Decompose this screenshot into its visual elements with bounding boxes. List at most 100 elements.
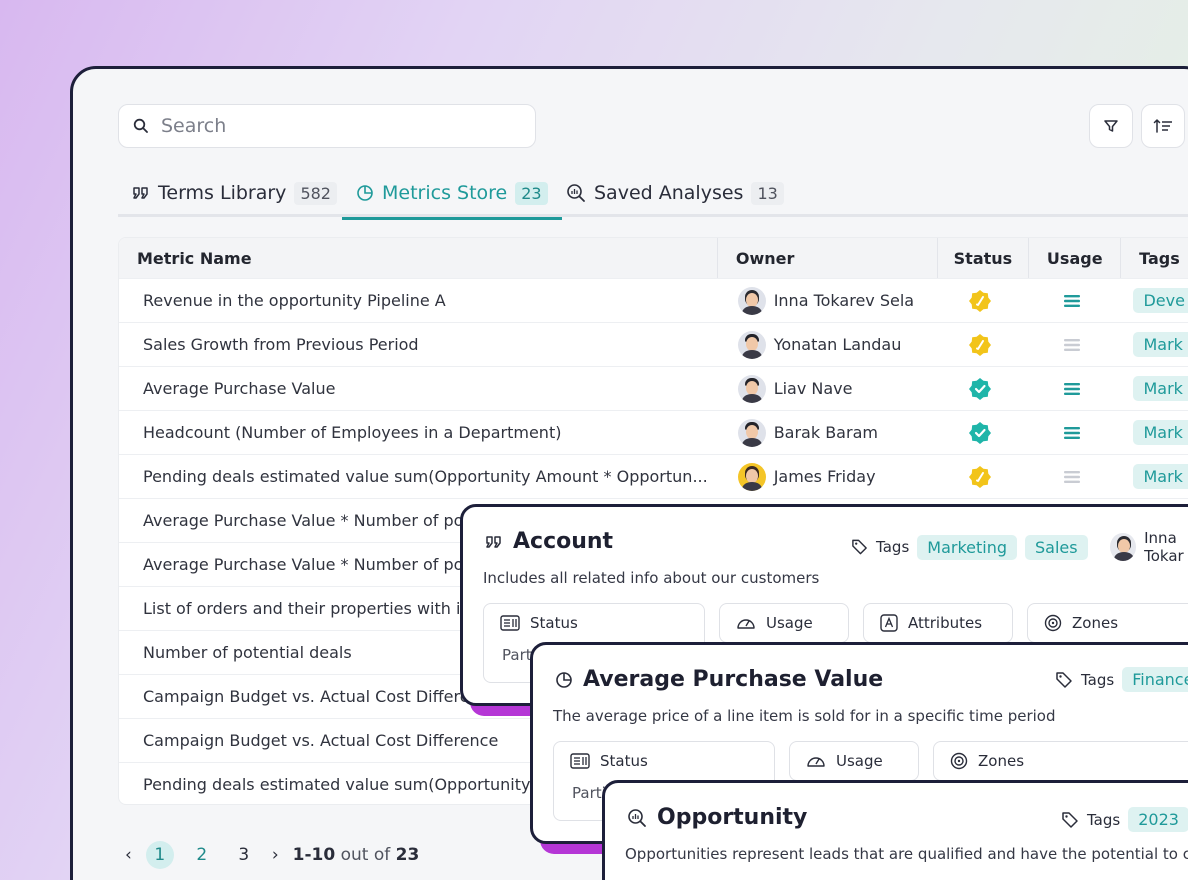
tags-cell: Mark xyxy=(1117,332,1188,357)
verified-badge-icon xyxy=(969,377,992,400)
table-row[interactable]: Headcount (Number of Employees in a Depa… xyxy=(119,410,1188,454)
search-icon xyxy=(133,118,148,133)
usage-cell xyxy=(1026,382,1117,396)
metric-name[interactable]: Revenue in the opportunity Pipeline A xyxy=(119,291,716,310)
quote-icon xyxy=(486,535,501,548)
usage-cell xyxy=(1026,294,1117,308)
metric-name[interactable]: Average Purchase Value xyxy=(119,379,716,398)
target-icon xyxy=(950,752,968,770)
owner-name[interactable]: James Friday xyxy=(774,467,876,486)
tags-cell: Deve xyxy=(1117,288,1188,313)
avatar xyxy=(737,286,766,315)
column-header-usage[interactable]: Usage xyxy=(1029,238,1122,278)
page-range: 1-10 out of 23 xyxy=(292,845,420,865)
owner-name[interactable]: Yonatan Landau xyxy=(774,335,902,354)
pie-chart-icon xyxy=(357,185,373,201)
owner-cell: Barak Baram xyxy=(716,418,935,447)
page-1[interactable]: 1 xyxy=(145,841,174,869)
avatar xyxy=(737,330,766,359)
tag-chip[interactable]: Sales xyxy=(1025,534,1088,560)
column-header-status[interactable]: Status xyxy=(938,238,1030,278)
attributes-icon xyxy=(880,614,898,632)
tag-chip[interactable]: Mark xyxy=(1133,464,1188,489)
tab-saved-analyses[interactable]: Saved Analyses 13 xyxy=(566,169,784,217)
tag-chip[interactable]: Marketing xyxy=(917,534,1018,560)
filter-button[interactable] xyxy=(1089,104,1133,148)
search-input[interactable]: Search xyxy=(161,115,226,137)
usage-bars-icon xyxy=(1063,338,1080,351)
status-cell[interactable] xyxy=(935,377,1026,400)
analysis-search-icon xyxy=(628,808,646,827)
table-row[interactable]: Revenue in the opportunity Pipeline A Inn… xyxy=(119,278,1188,322)
tags-cell: Mark xyxy=(1117,464,1188,489)
sort-button[interactable] xyxy=(1141,104,1185,148)
owner-cell: Liav Nave xyxy=(716,374,935,403)
usage-section[interactable]: Usage xyxy=(789,741,919,781)
card-tags: Tags Finance xyxy=(1055,667,1188,692)
avatar xyxy=(737,374,766,403)
table-row[interactable]: Sales Growth from Previous Period Yonatan… xyxy=(119,322,1188,366)
owner-cell: James Friday xyxy=(716,462,935,491)
tab-bar: Terms Library 582 Metrics Store 23 Saved… xyxy=(118,169,1188,220)
sort-icon xyxy=(1153,118,1172,133)
usage-cell xyxy=(1026,426,1117,440)
status-cell[interactable] xyxy=(935,421,1026,444)
status-cell[interactable] xyxy=(935,465,1026,488)
prev-page-button[interactable]: ‹ xyxy=(125,845,132,865)
metric-name[interactable]: Headcount (Number of Employees in a Depa… xyxy=(119,423,716,442)
usage-bars-icon xyxy=(1063,294,1080,307)
tag-icon xyxy=(852,539,867,555)
owner-name[interactable]: Barak Baram xyxy=(774,423,878,442)
zones-section[interactable]: Zones xyxy=(1027,603,1188,643)
tag-icon xyxy=(1056,671,1072,688)
card-description: Includes all related info about our cust… xyxy=(483,569,820,587)
tag-chip[interactable]: Mark xyxy=(1133,420,1188,445)
zones-section[interactable]: Zones xyxy=(933,741,1188,781)
status-cell[interactable] xyxy=(935,289,1026,312)
metric-name[interactable]: Sales Growth from Previous Period xyxy=(119,335,716,354)
analysis-search-icon xyxy=(567,184,585,202)
opportunity-card[interactable]: Opportunity Tags 2023 Opportunities repr… xyxy=(602,780,1188,880)
usage-bars-icon xyxy=(1063,382,1080,395)
tab-metrics-store[interactable]: Metrics Store 23 xyxy=(342,169,562,220)
tag-chip[interactable]: Finance xyxy=(1122,667,1188,692)
tag-chip[interactable]: Deve xyxy=(1133,288,1188,313)
metric-name[interactable]: Pending deals estimated value sum(Opport… xyxy=(119,467,716,486)
attributes-section[interactable]: Attributes xyxy=(863,603,1013,643)
owner-cell: Yonatan Landau xyxy=(716,330,935,359)
quote-icon xyxy=(133,187,148,199)
tag-chip[interactable]: 2023 xyxy=(1128,807,1188,832)
pie-chart-icon xyxy=(556,671,572,688)
next-page-button[interactable]: › xyxy=(272,845,279,865)
owner-name[interactable]: Inna Tokarev Sela xyxy=(774,291,914,310)
table-row[interactable]: Pending deals estimated value sum(Opport… xyxy=(119,454,1188,498)
search-box[interactable]: Search xyxy=(118,104,536,148)
pagination: ‹ 1 2 3 › 1-10 out of 23 xyxy=(125,841,419,869)
usage-section[interactable]: Usage xyxy=(719,603,849,643)
status-cell[interactable] xyxy=(935,333,1026,356)
tab-label: Saved Analyses xyxy=(594,182,744,204)
table-row[interactable]: Average Purchase Value Liav Nave Mark xyxy=(119,366,1188,410)
column-header-tags[interactable]: Tags xyxy=(1121,238,1188,278)
column-header-metric-name[interactable]: Metric Name xyxy=(119,238,718,278)
page-2[interactable]: 2 xyxy=(188,841,216,869)
gauge-icon xyxy=(737,619,755,629)
column-header-owner[interactable]: Owner xyxy=(718,238,938,278)
tab-count: 13 xyxy=(751,181,784,205)
card-title: Opportunity xyxy=(627,805,807,830)
tags-cell: Mark xyxy=(1117,376,1188,401)
usage-cell xyxy=(1026,470,1117,484)
owner-name[interactable]: Liav Nave xyxy=(774,379,853,398)
usage-bars-icon xyxy=(1063,426,1080,439)
gauge-icon xyxy=(807,757,825,767)
card-title: Average Purchase Value xyxy=(555,667,883,692)
tab-label: Metrics Store xyxy=(382,182,508,204)
tags-cell: Mark xyxy=(1117,420,1188,445)
page-3[interactable]: 3 xyxy=(230,841,258,869)
tag-chip[interactable]: Mark xyxy=(1133,332,1188,357)
card-description: Opportunities represent leads that are q… xyxy=(625,845,1188,863)
tag-chip[interactable]: Mark xyxy=(1133,376,1188,401)
tab-terms-library[interactable]: Terms Library 582 xyxy=(132,169,337,217)
owner-cell: Inna Tokarev Sela xyxy=(716,286,935,315)
tab-label: Terms Library xyxy=(158,182,287,204)
